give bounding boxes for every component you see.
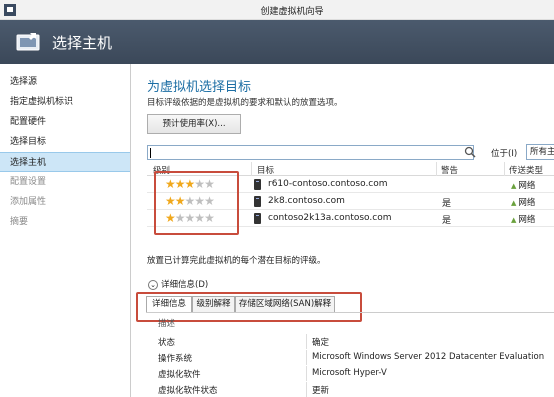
column-transfer-type[interactable]: 传送类型 <box>509 164 543 176</box>
step-select-destination[interactable]: 选择目标 <box>0 132 130 152</box>
step-label: 指定虚拟机标识 <box>10 97 74 107</box>
warning-value: 是 <box>442 216 452 226</box>
detail-row: 状态 确定 <box>146 334 554 349</box>
network-transfer-icon: ▲ <box>511 199 517 207</box>
transfer-type: ▲ 网络 <box>511 179 535 191</box>
step-label: 摘要 <box>10 217 29 227</box>
search-location-label: 位于(I) <box>491 149 518 159</box>
step-configure-settings: 配置设置 <box>0 172 130 192</box>
search-input[interactable] <box>147 145 474 160</box>
detail-key: 虚拟化软件状态 <box>158 386 218 396</box>
step-specify-identity[interactable]: 指定虚拟机标识 <box>0 92 130 112</box>
step-summary: 摘要 <box>0 212 130 232</box>
title-bar: 创建虚拟机向导 <box>0 0 554 20</box>
details-toggle-label: 详细信息(D) <box>161 280 209 290</box>
detail-row: 虚拟化软件状态 更新 <box>146 382 554 397</box>
network-transfer-icon: ▲ <box>511 216 517 224</box>
target-host-name: r610-contoso.contoso.com <box>268 179 388 189</box>
detail-value: Microsoft Hyper-V <box>312 368 387 378</box>
detail-key: 操作系统 <box>158 354 193 364</box>
warning-value: 是 <box>442 199 452 209</box>
detail-row: 虚拟化软件 Microsoft Hyper-V <box>146 366 554 381</box>
detail-value: 更新 <box>312 386 330 396</box>
host-server-icon <box>254 213 261 224</box>
details-header: 描述 <box>158 319 176 329</box>
window-title: 创建虚拟机向导 <box>260 7 324 17</box>
section-description: 目标评级依据的是虚拟机的要求和默认的放置选项。 <box>147 98 343 108</box>
placement-note: 放置已计算完此虚拟机的每个潜在目标的评级。 <box>147 256 326 266</box>
detail-value: 确定 <box>312 338 330 348</box>
network-transfer-icon: ▲ <box>511 182 517 190</box>
detail-key: 虚拟化软件 <box>158 370 201 380</box>
step-select-host[interactable]: 选择主机 <box>0 152 130 172</box>
step-configure-hardware[interactable]: 配置硬件 <box>0 112 130 132</box>
step-label: 选择目标 <box>10 137 47 147</box>
transfer-type: ▲ 网络 <box>511 196 535 208</box>
chevron-down-icon: ⌄ <box>148 279 158 290</box>
transfer-label: 网络 <box>518 198 536 208</box>
step-select-source[interactable]: 选择源 <box>0 72 130 92</box>
section-title: 为虚拟机选择目标 <box>147 80 252 95</box>
transfer-label: 网络 <box>518 181 536 191</box>
step-label: 配置设置 <box>10 177 47 187</box>
rating-highlight-box <box>154 171 239 235</box>
vm-wizard-icon <box>16 33 40 51</box>
step-label: 选择源 <box>10 77 38 87</box>
step-label: 选择主机 <box>10 158 47 168</box>
target-host-name: 2k8.contoso.com <box>268 196 345 206</box>
detail-value: Microsoft Windows Server 2012 Datacenter… <box>312 352 545 362</box>
step-label: 添加属性 <box>10 197 47 207</box>
detail-key: 状态 <box>158 338 176 348</box>
column-warning[interactable]: 警告 <box>441 164 458 176</box>
transfer-type: ▲ 网络 <box>511 213 535 225</box>
details-panel: 描述 状态 确定 操作系统 Microsoft Windows Server 2… <box>146 312 554 397</box>
step-label: 配置硬件 <box>10 117 47 127</box>
search-icon[interactable] <box>464 146 476 158</box>
estimate-usage-button[interactable]: 预计使用率(X)... <box>147 114 241 134</box>
text-caret <box>150 148 151 158</box>
host-server-icon <box>254 196 261 207</box>
details-toggle[interactable]: ⌄ 详细信息(D) <box>148 278 208 290</box>
page-header-title: 选择主机 <box>52 34 113 52</box>
step-add-properties: 添加属性 <box>0 192 130 212</box>
host-server-icon <box>254 179 261 190</box>
transfer-label: 网络 <box>518 215 536 225</box>
search-scope-dropdown[interactable]: 所有主 <box>526 144 554 160</box>
column-target[interactable]: 目标 <box>257 164 274 176</box>
detail-row: 操作系统 Microsoft Windows Server 2012 Datac… <box>146 350 554 365</box>
target-host-name: contoso2k13a.contoso.com <box>268 213 392 223</box>
wizard-header: 选择主机 <box>0 20 554 64</box>
wizard-steps-sidebar: 选择源 指定虚拟机标识 配置硬件 选择目标 选择主机 配置设置 添加属性 摘要 <box>0 64 131 397</box>
